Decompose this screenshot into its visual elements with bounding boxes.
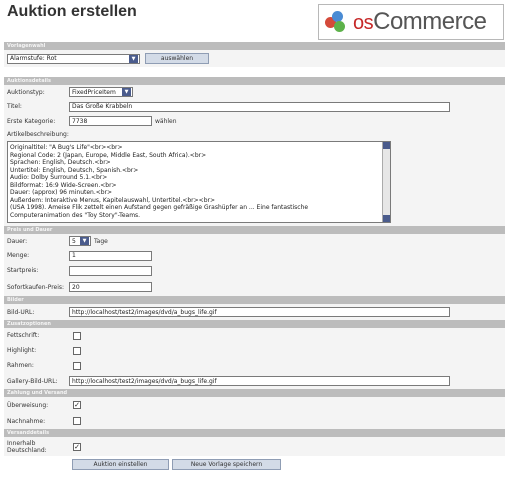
desc-line: Audio: Dolby Surround 5.1.<br> [10, 174, 108, 181]
quantity-label: Menge: [7, 252, 30, 259]
section-price: Preis und Dauer [4, 226, 505, 234]
highlight-label: Highlight: [7, 347, 37, 354]
auction-type-label: Auktionstyp: [7, 88, 45, 96]
cod-label: Nachnahme: [7, 417, 46, 425]
desc-line: Computeranimation des "Toy Story"-Teams. [10, 211, 141, 219]
desc-line: Außerdem: Interaktive Menus, Kapitelausw… [10, 196, 215, 204]
section-details: Auktionsdetails [4, 77, 505, 85]
row-title: Titel: [4, 99, 505, 114]
section-other: Versanddetails [4, 429, 505, 437]
bold-label: Fettschrift: [7, 332, 40, 339]
row-transfer: Überweisung: ✓ [4, 397, 505, 413]
section-shipping: Zahlung und Versand [4, 389, 505, 397]
title-label: Titel: [7, 103, 22, 110]
highlight-checkbox[interactable] [73, 346, 81, 355]
section-template: Vorlagenwahl [4, 42, 505, 50]
scroll-up-icon[interactable] [383, 142, 390, 149]
row-quantity: Menge: [4, 248, 505, 263]
row-actions: Auktion einstellen Neue Vorlage speicher… [4, 456, 505, 472]
quantity-input[interactable] [69, 250, 152, 261]
section-images: Bilder [4, 296, 505, 304]
template-select-value: Alarmstufe: Rot [10, 55, 57, 62]
desc-line: Dauer: (approx) 96 minuten.<br> [10, 189, 113, 196]
buynow-label: Sofortkaufen-Preis: [7, 283, 65, 291]
cod-checkbox[interactable] [73, 417, 81, 425]
select-template-button[interactable]: auswählen [145, 53, 209, 64]
bold-checkbox[interactable] [73, 331, 81, 340]
row-description: Originaltitel: "A Bug's Life"<br><br> Re… [4, 141, 505, 226]
transfer-checkbox[interactable]: ✓ [73, 401, 81, 409]
row-domestic: Innerhalb Deutschland: ✓ [4, 437, 505, 456]
row-template: Alarmstufe: Rot ▼ auswählen [4, 50, 505, 67]
desc-line: Originaltitel: "A Bug's Life"<br><br> [10, 144, 123, 151]
create-auction-button[interactable]: Auktion einstellen [72, 458, 169, 470]
description-label: Artikelbeschreibung: [7, 131, 69, 138]
choose-category-link[interactable]: wählen [155, 118, 177, 125]
section-options: Zusatzoptionen [4, 320, 505, 328]
description-textarea[interactable]: Originaltitel: "A Bug's Life"<br><br> Re… [7, 141, 391, 223]
desc-line: Regional Code: 2 (Japan, Europe, Middle … [10, 151, 207, 159]
duration-select[interactable]: 5 ▼ [69, 236, 91, 246]
category-input[interactable] [69, 116, 152, 126]
row-frame: Rahmen: [4, 358, 505, 373]
chevron-down-icon: ▼ [122, 88, 131, 96]
description-scrollbar[interactable] [382, 142, 390, 222]
logo-text-main: Commerce [373, 8, 487, 35]
gallery-url-input[interactable] [69, 376, 450, 386]
row-cod: Nachnahme: [4, 413, 505, 429]
duration-label: Dauer: [7, 237, 28, 245]
row-buynow: Sofortkaufen-Preis: [4, 278, 505, 296]
auction-form: Vorlagenwahl Alarmstufe: Rot ▼ auswählen… [4, 42, 505, 472]
desc-line: Bildformat: 16:9 Wide-Screen.<br> [10, 181, 117, 189]
row-start-price: Startpreis: [4, 263, 505, 278]
chevron-down-icon: ▼ [80, 237, 89, 245]
start-price-input[interactable] [69, 265, 152, 276]
category-label: Erste Kategorie: [7, 117, 56, 125]
row-duration: Dauer: 5 ▼ Tage [4, 234, 505, 248]
row-gallery-url: Gallery-Bild-URL: [4, 373, 505, 389]
desc-line: Sprachen: English, Deutsch.<br> [10, 159, 111, 166]
row-highlight: Highlight: [4, 343, 505, 358]
buynow-input[interactable] [69, 282, 152, 292]
auction-type-value: FixedPriceItem [72, 88, 116, 96]
gallery-url-label: Gallery-Bild-URL: [7, 377, 58, 385]
frame-label: Rahmen: [7, 362, 34, 369]
domestic-checkbox[interactable]: ✓ [73, 442, 81, 451]
auction-type-select[interactable]: FixedPriceItem ▼ [69, 87, 133, 97]
transfer-label: Überweisung: [7, 401, 49, 409]
logo-text-os: os [353, 12, 374, 34]
title-input[interactable] [69, 101, 450, 112]
desc-line: Untertitel: English, Deutsch, Spanish.<b… [10, 166, 139, 174]
row-bold: Fettschrift: [4, 328, 505, 343]
oscommerce-logo-icon [325, 10, 351, 34]
page-title: Auktion erstellen [7, 3, 137, 20]
image-url-input[interactable] [69, 307, 450, 317]
scroll-down-icon[interactable] [383, 215, 390, 222]
row-desc-label: Artikelbeschreibung: [4, 128, 505, 141]
oscommerce-logo: osCommerce [318, 4, 504, 40]
row-image-url: Bild-URL: [4, 304, 505, 320]
row-category: Erste Kategorie: wählen [4, 114, 505, 128]
duration-value: 5 [72, 237, 76, 245]
frame-checkbox[interactable] [73, 361, 81, 370]
domestic-label: Innerhalb Deutschland: [7, 439, 47, 454]
row-auction-type: Auktionstyp: FixedPriceItem ▼ [4, 85, 505, 99]
start-price-label: Startpreis: [7, 267, 39, 274]
image-url-label: Bild-URL: [7, 308, 35, 316]
template-select[interactable]: Alarmstufe: Rot ▼ [7, 53, 140, 64]
duration-suffix: Tage [94, 237, 108, 245]
chevron-down-icon: ▼ [129, 54, 138, 63]
save-template-button[interactable]: Neue Vorlage speichern [172, 458, 281, 470]
desc-line: (USA 1998). Ameise Flik zettelt einen Au… [10, 204, 309, 211]
